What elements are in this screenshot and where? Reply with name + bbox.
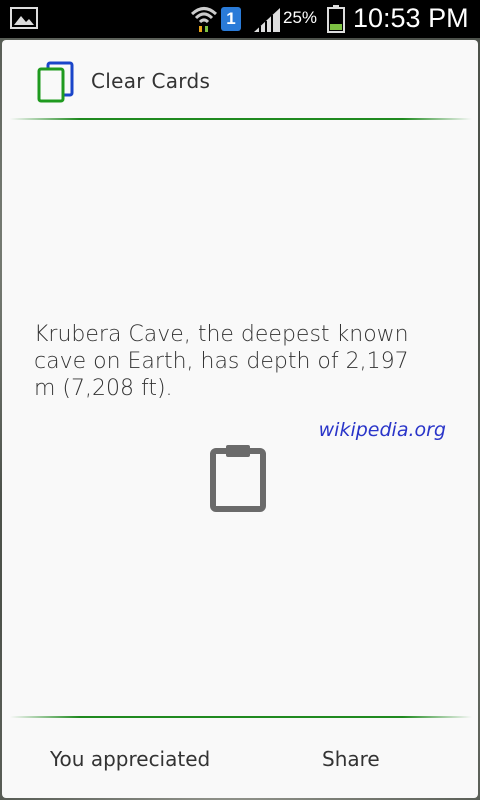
clock: 10:53 PM — [353, 3, 469, 33]
clipboard-icon[interactable] — [210, 444, 266, 512]
sim-icon: 1 — [221, 7, 241, 31]
cards-icon — [37, 61, 74, 103]
card-header: Clear Cards — [2, 40, 478, 120]
appreciate-button[interactable]: You appreciated — [50, 736, 210, 782]
fact-text: Krubera Cave, the deepest known cave on … — [34, 322, 409, 401]
footer-divider — [10, 716, 472, 718]
app-title: Clear Cards — [91, 69, 211, 93]
battery-icon — [327, 5, 345, 33]
status-bar: 1 25% 10:53 PM — [0, 0, 480, 38]
fact-card: Clear Cards Krubera Cave, the deepest kn… — [2, 40, 478, 798]
source-link[interactable]: wikipedia.org — [319, 419, 446, 441]
battery-percent: 25% — [283, 8, 318, 27]
gallery-icon — [10, 7, 38, 29]
signal-icon — [254, 8, 280, 32]
header-divider — [10, 118, 472, 120]
wifi-icon — [190, 7, 218, 32]
share-button[interactable]: Share — [322, 736, 380, 782]
